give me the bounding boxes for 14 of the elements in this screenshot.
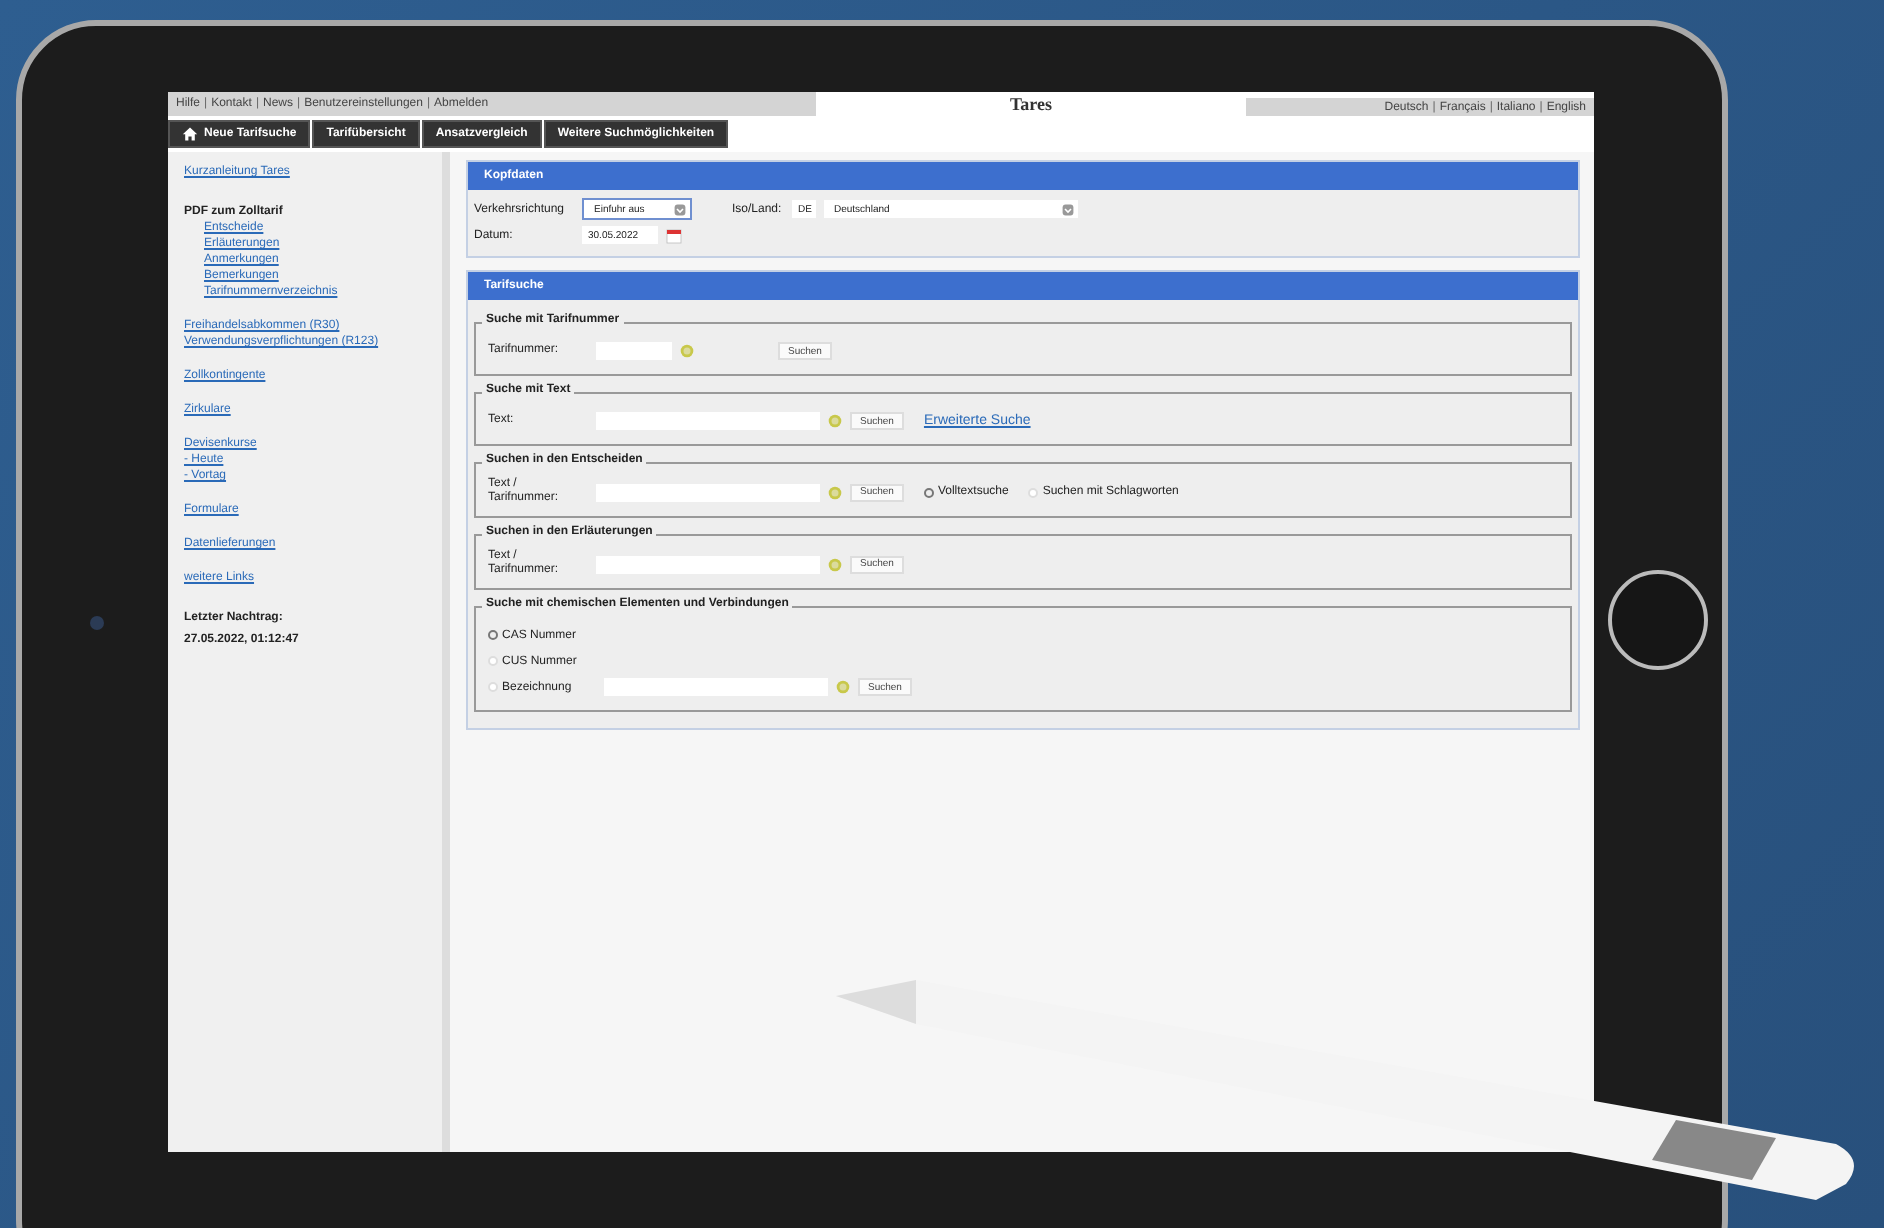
home-icon — [182, 126, 198, 142]
help-icon — [836, 680, 850, 694]
dropdown-icon — [674, 203, 686, 215]
help-icon — [680, 344, 694, 358]
help-icon — [828, 557, 842, 571]
radio-button[interactable] — [488, 630, 498, 640]
help-icon — [828, 414, 842, 428]
camera-icon — [90, 616, 104, 630]
help-icon — [828, 485, 842, 499]
calendar-icon — [666, 227, 682, 243]
home-button[interactable] — [1608, 570, 1708, 670]
app-title: Tares — [1009, 94, 1052, 114]
radio-button[interactable] — [923, 487, 934, 497]
dropdown-icon — [1062, 203, 1074, 215]
